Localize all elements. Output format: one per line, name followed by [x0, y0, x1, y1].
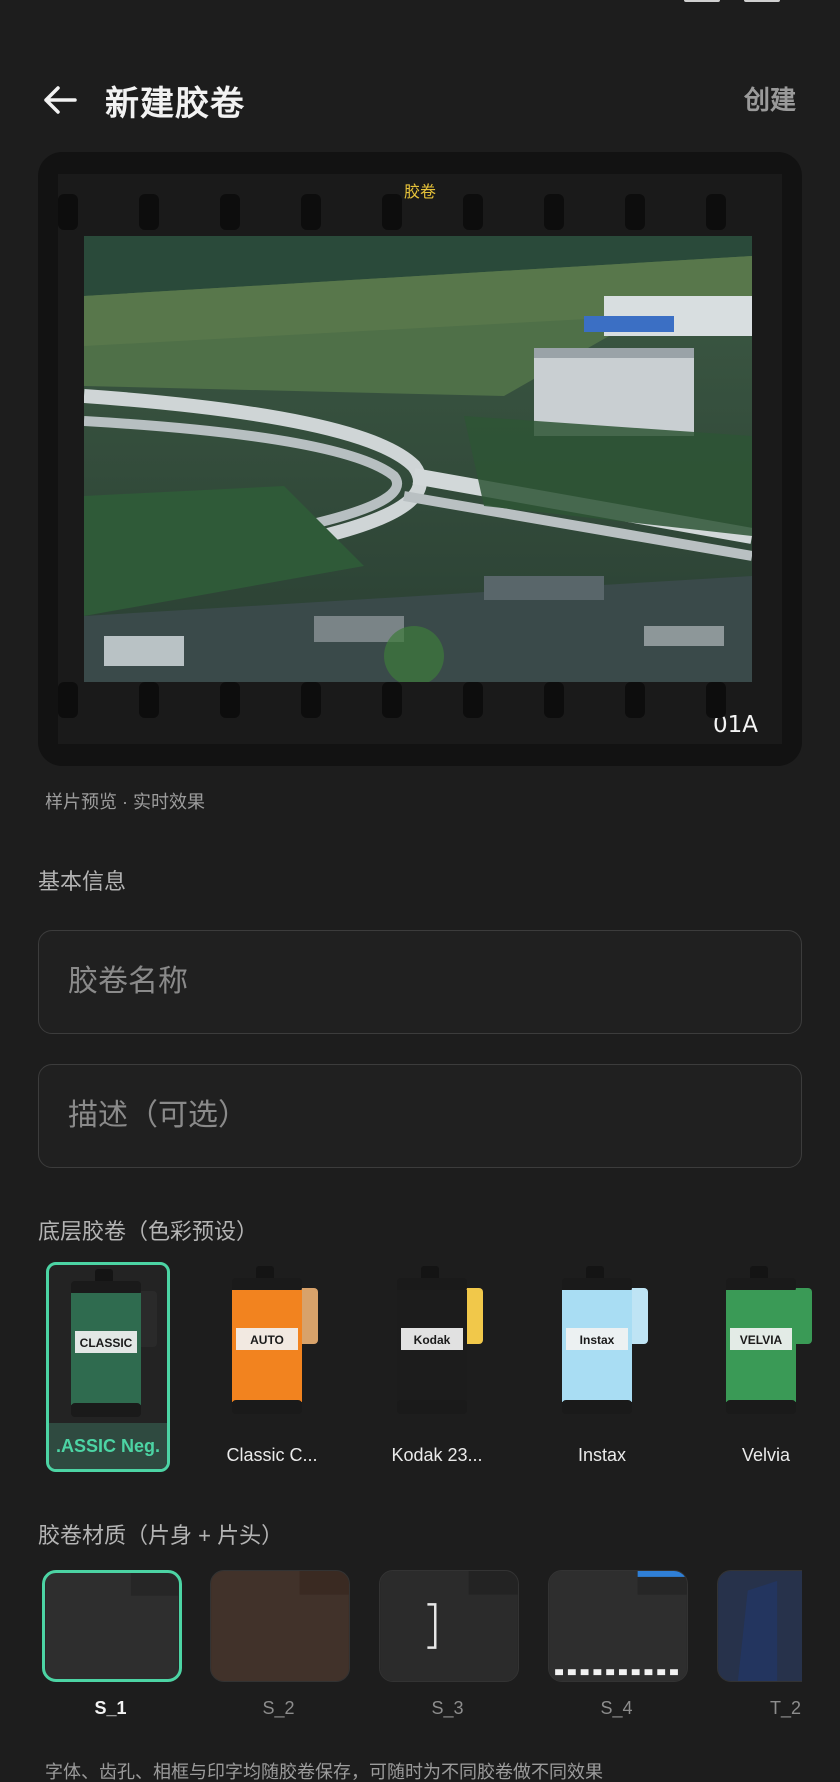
material-label: S_2	[262, 1698, 295, 1718]
sprocket-hole	[58, 194, 78, 230]
sprocket-hole	[463, 682, 483, 718]
sprocket-hole	[544, 682, 564, 718]
film-canister-brand: Instax	[580, 1333, 615, 1347]
film-canister-brand: Kodak	[414, 1333, 451, 1347]
film-preset-item[interactable]: CLASSIC .ASSIC Neg.	[46, 1262, 170, 1472]
film-label: 胶卷	[403, 184, 436, 201]
footer-note: 字体、齿孔、相框与印字均随胶卷保存，可随时为不同胶卷做不同效果	[45, 1762, 603, 1782]
film-preset-label: Classic C...	[226, 1445, 318, 1465]
sprocket-hole	[544, 194, 564, 230]
sprocket-hole	[301, 194, 321, 230]
arrow-left-icon	[44, 86, 77, 114]
film-preview: 胶卷 01A	[38, 152, 802, 766]
material-swatch	[42, 1570, 182, 1682]
material-swatch	[548, 1570, 688, 1682]
sample-photo	[84, 236, 752, 682]
description-input[interactable]	[39, 1065, 801, 1167]
sprocket-hole	[382, 682, 402, 718]
sprocket-hole	[706, 194, 726, 230]
film-canister-icon: Kodak	[397, 1266, 483, 1414]
film-canister-icon: VELVIA	[726, 1266, 812, 1414]
sprocket-hole	[58, 682, 78, 718]
material-swatch	[717, 1570, 802, 1682]
sprocket-hole	[139, 682, 159, 718]
base-film-list: CLASSIC .ASSIC Neg. AUTO Classic C... Kodak K…	[38, 1262, 840, 1472]
material-pattern-icon	[45, 1573, 179, 1679]
film-canister-icon: Instax	[562, 1266, 648, 1414]
material-label: S_1	[94, 1698, 127, 1718]
material-item[interactable]: S_1	[38, 1570, 183, 1720]
film-name-field[interactable]	[38, 930, 802, 1034]
highway-interchange-image	[84, 236, 752, 682]
film-preset-item[interactable]: Kodak Kodak 23...	[375, 1262, 499, 1472]
page-title: 新建胶卷	[105, 85, 245, 123]
film-preset-item[interactable]: AUTO Classic C...	[210, 1262, 334, 1472]
material-label: T_2	[769, 1698, 802, 1718]
battery-icon	[744, 0, 780, 2]
status-indicator	[684, 0, 720, 2]
film-canister-brand: AUTO	[250, 1333, 284, 1347]
film-canister-icon: AUTO	[232, 1266, 318, 1414]
material-item[interactable]: S_2	[206, 1570, 351, 1720]
material-title: 胶卷材质（片身 + 片头）	[38, 1523, 284, 1548]
material-pattern-icon	[549, 1571, 687, 1681]
sprocket-hole	[220, 194, 240, 230]
sprocket-hole	[625, 194, 645, 230]
material-item[interactable]: S_3	[375, 1570, 520, 1720]
material-pattern-icon	[380, 1571, 518, 1681]
film-preset-label: .ASSIC Neg.	[49, 1423, 167, 1469]
film-preset-label: Kodak 23...	[391, 1445, 483, 1465]
base-film-title: 底层胶卷（色彩预设）	[38, 1219, 259, 1244]
basic-info-title: 基本信息	[38, 869, 127, 894]
material-pattern-icon	[211, 1571, 349, 1681]
film-strip: 胶卷 01A	[58, 174, 782, 744]
sprocket-hole	[382, 194, 402, 230]
top-app-bar: 新建胶卷 创建	[0, 58, 840, 138]
material-item[interactable]: S_4	[544, 1570, 689, 1720]
sprocket-hole	[220, 682, 240, 718]
material-pattern-icon	[718, 1571, 802, 1681]
sprocket-hole	[625, 682, 645, 718]
film-preset-item[interactable]: Instax Instax	[540, 1262, 664, 1472]
film-name-input[interactable]	[39, 931, 801, 1033]
sprocket-hole	[463, 194, 483, 230]
material-swatch	[379, 1570, 519, 1682]
material-item[interactable]: T_2	[713, 1570, 802, 1720]
sprocket-hole	[706, 682, 726, 718]
back-button[interactable]	[38, 78, 82, 122]
preview-caption: 样片预览 · 实时效果	[45, 792, 205, 812]
status-bar	[684, 0, 780, 2]
film-canister-icon: CLASSIC	[71, 1269, 157, 1417]
film-preset-label: Velvia	[741, 1445, 791, 1465]
sprocket-hole	[139, 194, 159, 230]
film-preset-label: Instax	[577, 1445, 627, 1465]
film-canister-brand: CLASSIC	[80, 1336, 133, 1350]
material-label: S_3	[431, 1698, 464, 1718]
material-swatch	[210, 1570, 350, 1682]
film-canister-brand: VELVIA	[740, 1333, 783, 1347]
film-preset-item[interactable]: VELVIA Velvia	[704, 1262, 828, 1472]
material-list: S_1 S_2 S_3 S_4 T_2	[38, 1570, 802, 1720]
sprocket-hole	[301, 682, 321, 718]
material-label: S_4	[600, 1698, 633, 1718]
create-button[interactable]: 创建	[744, 80, 796, 117]
description-field[interactable]	[38, 1064, 802, 1168]
